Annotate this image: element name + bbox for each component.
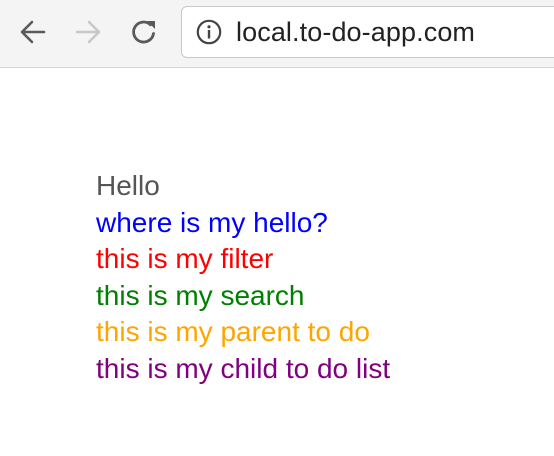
filter-text: this is my filter bbox=[96, 243, 274, 274]
address-bar[interactable]: local.to-do-app.com bbox=[181, 6, 554, 58]
hello-question-text: where is my hello? bbox=[96, 206, 328, 238]
parent-to-do-text: this is my parent to do bbox=[96, 316, 370, 347]
info-circle-icon[interactable] bbox=[196, 19, 222, 45]
reload-icon bbox=[132, 20, 155, 44]
arrow-left-icon bbox=[20, 20, 46, 44]
url-text[interactable]: local.to-do-app.com bbox=[236, 17, 475, 48]
reload-button[interactable] bbox=[124, 12, 164, 52]
child-to-do-list-text: this is my child to do list bbox=[96, 352, 391, 384]
forward-button[interactable] bbox=[68, 12, 108, 52]
hello-text: Hello bbox=[96, 170, 160, 201]
page-content: Hello where is my hello? this is my filt… bbox=[96, 168, 390, 387]
search-text: this is my search bbox=[96, 279, 305, 311]
back-button[interactable] bbox=[13, 12, 53, 52]
arrow-right-icon bbox=[75, 20, 101, 44]
browser-toolbar: local.to-do-app.com bbox=[0, 0, 554, 68]
